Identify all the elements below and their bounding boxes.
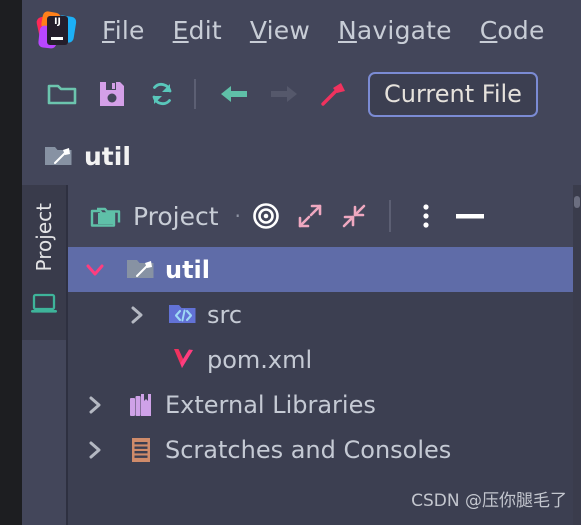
menu-item-file[interactable]: File	[102, 16, 145, 45]
expand-all-icon	[298, 204, 322, 228]
tree-row-label: Scratches and Consoles	[165, 435, 452, 464]
project-tree-scrollbar-thumb[interactable]	[574, 196, 580, 208]
remote-laptop-icon	[31, 293, 57, 313]
toolbar-separator-1	[194, 79, 196, 109]
source-folder-icon	[168, 300, 198, 330]
libraries-icon	[126, 390, 156, 420]
chevron-right-icon[interactable]	[124, 302, 150, 328]
menu-items: File Edit View Navigate Code	[102, 16, 545, 45]
run-configuration-selector[interactable]: Current File	[368, 71, 538, 117]
project-tool-window-header: Project ·	[68, 185, 575, 247]
stripe-tab-label: Project	[32, 202, 56, 272]
menu-item-navigate[interactable]: Navigate	[338, 16, 452, 45]
collapse-all-button[interactable]	[335, 197, 373, 235]
project-tree-scrollbar-track[interactable]	[573, 185, 581, 525]
stripe-tab-project[interactable]: Project	[32, 191, 56, 283]
chevron-down-icon[interactable]	[82, 257, 108, 283]
hide-panel-button[interactable]	[451, 197, 489, 235]
breadcrumb-item-util[interactable]: util	[44, 142, 131, 171]
menu-item-code[interactable]: Code	[480, 16, 545, 45]
build-project-button[interactable]	[312, 72, 356, 116]
tree-row-scratches-and-consoles[interactable]: Scratches and Consoles	[68, 427, 575, 472]
stripe-button-remote[interactable]	[27, 289, 61, 319]
forward-arrow-icon	[271, 86, 297, 102]
hide-panel-icon	[455, 214, 484, 219]
expand-all-button[interactable]	[291, 197, 329, 235]
tree-row-label: pom.xml	[207, 345, 313, 374]
more-options-icon	[423, 204, 429, 228]
header-dot-separator: ·	[234, 204, 241, 228]
tree-row-label: src	[207, 300, 243, 329]
select-opened-file-button[interactable]	[247, 197, 285, 235]
left-stripe-empty-area	[22, 340, 66, 525]
collapse-all-icon	[342, 204, 366, 228]
project-tool-window-actions	[247, 197, 489, 235]
more-options-button[interactable]	[407, 197, 445, 235]
intellij-idea-logo-icon: IJ	[35, 10, 77, 50]
window-left-gutter	[0, 0, 22, 525]
logo-text: IJ	[54, 16, 61, 27]
build-hammer-icon	[321, 83, 345, 106]
scroll-from-source-icon	[253, 203, 279, 229]
module-folder-icon	[45, 146, 72, 165]
back-arrow-icon	[221, 86, 247, 102]
module-folder-icon	[126, 255, 156, 285]
breadcrumb-label: util	[84, 141, 131, 171]
navigation-bar: util	[22, 127, 581, 187]
tree-row-label: util	[165, 255, 211, 284]
project-tool-window: Project · util src pom.xml External Libr…	[66, 185, 575, 525]
sync-refresh-icon	[152, 82, 172, 106]
chevron-right-icon[interactable]	[82, 437, 108, 463]
tree-row-label: External Libraries	[165, 390, 376, 419]
open-folder-button[interactable]	[40, 72, 84, 116]
tree-row-pom-xml[interactable]: pom.xml	[68, 337, 575, 382]
project-tool-window-title[interactable]: Project	[90, 202, 219, 231]
chevron-right-icon[interactable]	[82, 392, 108, 418]
intellij-idea-window: IJ File Edit View Navigate Code Current …	[0, 0, 581, 525]
run-configuration-label: Current File	[384, 80, 522, 108]
project-folder-icon	[90, 207, 121, 227]
save-all-icon	[100, 82, 124, 106]
menu-item-edit[interactable]: Edit	[173, 16, 222, 45]
navigate-back-button[interactable]	[212, 72, 256, 116]
tree-row-external-libraries[interactable]: External Libraries	[68, 382, 575, 427]
toolwindow-separator	[388, 200, 391, 232]
project-tree: util src pom.xml External Libraries Scra…	[68, 247, 575, 472]
project-tool-window-title-label: Project	[133, 201, 219, 231]
open-folder-icon	[47, 84, 77, 105]
left-tool-window-stripe: Project	[22, 185, 66, 340]
save-all-button[interactable]	[90, 72, 134, 116]
navigate-forward-button[interactable]	[262, 72, 306, 116]
scratches-icon	[126, 435, 156, 465]
logo-core: IJ	[47, 15, 68, 45]
tree-row-util[interactable]: util	[68, 247, 575, 292]
maven-pom-icon	[168, 345, 198, 375]
main-toolbar: Current File	[22, 61, 581, 127]
watermark: CSDN @压你腿毛了	[411, 491, 567, 511]
tree-row-src[interactable]: src	[68, 292, 575, 337]
reload-from-disk-button[interactable]	[140, 72, 184, 116]
menu-bar: IJ File Edit View Navigate Code	[22, 0, 581, 61]
menu-item-view[interactable]: View	[250, 16, 310, 45]
